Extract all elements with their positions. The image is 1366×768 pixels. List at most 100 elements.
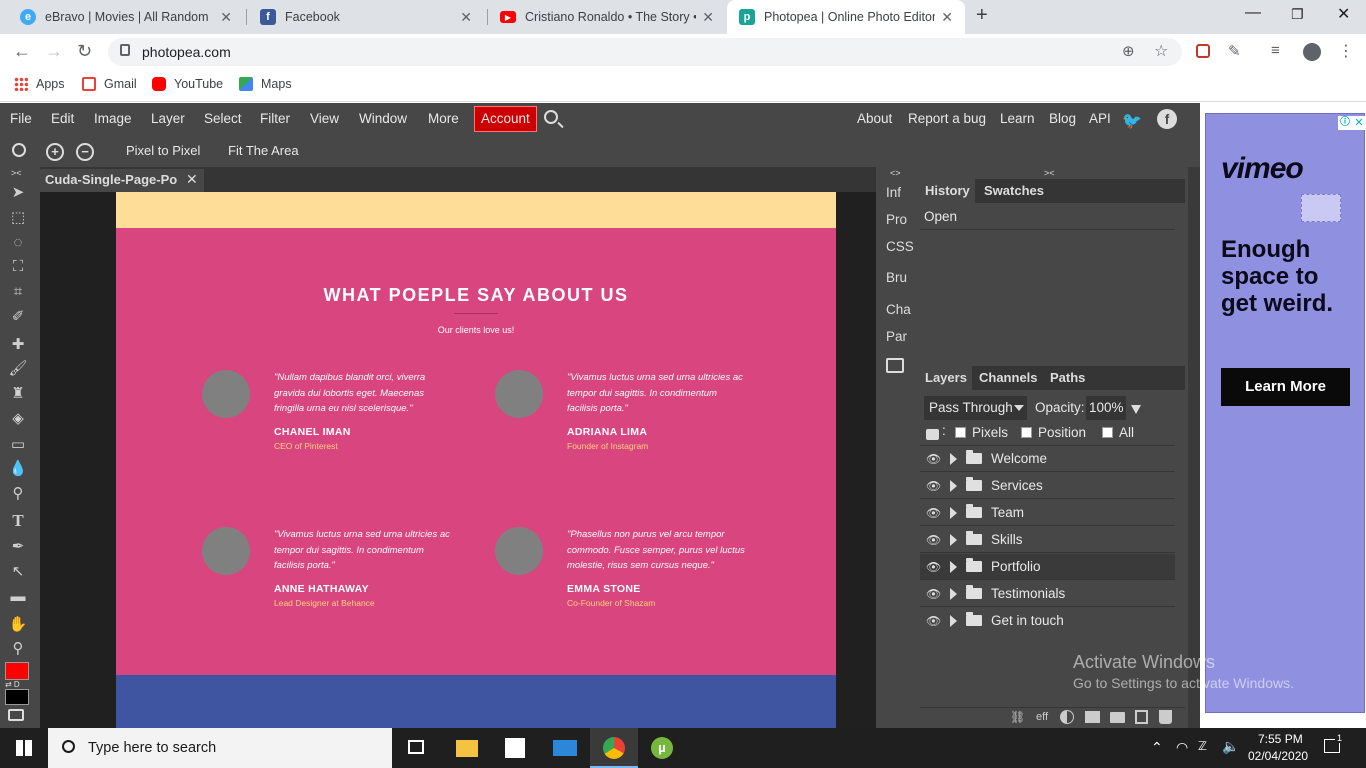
lock-position-checkbox[interactable]: Position [1021,425,1086,440]
bookmark-maps[interactable]: Maps [239,77,292,91]
hand-tool-icon[interactable]: ✋ [8,615,28,635]
layer-row-team[interactable]: 👁 Team [920,500,1175,526]
menu-layer[interactable]: Layer [151,111,185,126]
foreground-color-swatch[interactable] [5,662,29,680]
expand-arrow-icon[interactable] [950,453,957,465]
brush-tool-icon[interactable]: 🖌 [8,359,28,379]
visibility-eye-icon[interactable]: 👁 [926,533,942,547]
chrome-taskbar-icon[interactable] [590,728,638,768]
eraser-tool-icon[interactable]: ◈ [8,409,28,429]
expand-arrow-icon[interactable] [950,588,957,600]
menu-window[interactable]: Window [359,111,407,126]
network-icon[interactable]: ◠ [1176,739,1188,756]
ad-info-icon[interactable]: ⓘ [1338,116,1352,130]
menu-view[interactable]: View [310,111,339,126]
menu-edit[interactable]: Edit [51,111,74,126]
layer-row-welcome[interactable]: 👁 Welcome [920,446,1175,472]
pixel-to-pixel-button[interactable]: Pixel to Pixel [126,143,200,158]
right-scrollbar[interactable] [1188,167,1200,728]
visibility-eye-icon[interactable]: 👁 [926,479,942,493]
mail-icon[interactable] [553,740,577,756]
layer-row-services[interactable]: 👁 Services [920,473,1175,499]
profile-avatar-icon[interactable] [1303,43,1321,61]
zoom-tool-icon[interactable]: ⚲ [8,639,28,659]
bookmark-star-icon[interactable]: ☆ [1154,41,1168,61]
close-tab-icon[interactable]: ✕ [702,9,714,26]
marquee-tool-icon[interactable]: ⬚ [8,208,28,228]
move-tool-icon[interactable]: ➤ [8,183,28,203]
menu-report-bug[interactable]: Report a bug [908,111,986,126]
adjustment-layer-icon[interactable] [1060,710,1074,724]
quick-select-tool-icon[interactable]: ⛶ [8,257,28,277]
document-canvas[interactable]: WHAT POEPLE SAY ABOUT US Our clients lov… [116,192,836,728]
ad-close-icon[interactable]: ✕ [1352,116,1366,130]
layer-row-testimonials[interactable]: 👁 Testimonials [920,581,1175,607]
layer-row-portfolio[interactable]: 👁 Portfolio [920,554,1175,580]
maximize-button[interactable]: ❐ [1291,6,1304,23]
menu-file[interactable]: File [10,111,32,126]
input-language-icon[interactable]: ℤ [1198,739,1207,753]
panel-character[interactable]: Cha [886,302,911,317]
layer-effects-button[interactable]: eff [1036,711,1048,723]
menu-image[interactable]: Image [94,111,132,126]
dodge-tool-icon[interactable]: ⚲ [8,484,28,504]
reload-button[interactable]: ↻ [77,41,92,62]
menu-about[interactable]: About [857,111,892,126]
menu-learn[interactable]: Learn [1000,111,1035,126]
task-view-icon[interactable] [408,740,424,754]
bookmark-gmail[interactable]: Gmail [82,77,137,91]
chrome-menu-icon[interactable]: ⋮ [1338,41,1354,61]
search-icon[interactable] [544,110,558,124]
close-document-icon[interactable]: ✕ [186,171,198,188]
path-select-tool-icon[interactable]: ↖ [8,562,28,582]
forward-button[interactable]: → [45,41,63,62]
lock-all-checkbox[interactable]: All [1102,425,1134,440]
expand-arrow-icon[interactable] [950,534,957,546]
opacity-input[interactable]: 100% [1086,396,1126,420]
new-group-icon[interactable] [1110,712,1125,723]
shape-tool-icon[interactable]: ▬ [8,587,28,607]
menu-filter[interactable]: Filter [260,111,290,126]
collapse-toggle[interactable]: <> [890,168,901,178]
taskbar-search-box[interactable]: Type here to search [48,728,392,768]
browser-tab-ebravo[interactable]: e eBravo | Movies | All Random ✕ [8,0,244,34]
extension-icon[interactable] [1196,44,1210,58]
close-tab-icon[interactable]: ✕ [460,9,472,26]
omnibox[interactable]: photopea.com ⊕ ☆ [108,38,1182,66]
media-control-icon[interactable]: ≡ [1271,42,1280,59]
menu-more[interactable]: More [428,111,459,126]
file-explorer-icon[interactable] [456,740,478,757]
facebook-icon[interactable]: f [1157,109,1177,129]
panel-info[interactable]: Inf [886,185,901,200]
collapse-toggle[interactable]: >< [11,168,22,178]
crop-tool-icon[interactable]: ⌗ [8,282,28,302]
menu-api[interactable]: API [1089,111,1111,126]
close-window-button[interactable]: ✕ [1337,4,1350,24]
new-layer-icon[interactable] [1135,710,1148,724]
document-tab[interactable]: Cuda-Single-Page-Po ✕ [40,169,204,192]
volume-icon[interactable]: 🔈 [1222,738,1239,755]
fit-area-button[interactable]: Fit The Area [228,143,299,158]
expand-arrow-icon[interactable] [950,507,957,519]
bookmark-youtube[interactable]: YouTube [152,77,223,91]
tab-layers[interactable]: Layers [920,366,972,390]
back-button[interactable]: ← [13,41,31,62]
layer-mask-icon[interactable] [1085,711,1100,723]
zoom-out-icon[interactable]: − [76,143,94,161]
visibility-eye-icon[interactable]: 👁 [926,560,942,574]
minimize-button[interactable]: — [1245,4,1261,22]
tab-history[interactable]: History [920,179,975,203]
ad-learn-more-button[interactable]: Learn More [1221,368,1350,406]
opacity-dropdown-icon[interactable] [1131,405,1141,414]
healing-tool-icon[interactable]: ✚ [8,335,28,355]
clock-date[interactable]: 02/04/2020 [1248,749,1308,763]
collapse-toggle[interactable]: >< [1044,168,1055,178]
layer-row-skills[interactable]: 👁 Skills [920,527,1175,553]
close-tab-icon[interactable]: ✕ [941,9,953,26]
panel-properties[interactable]: Pro [886,212,907,227]
utorrent-icon[interactable]: µ [651,737,673,759]
history-item[interactable]: Open [924,209,957,224]
visibility-eye-icon[interactable]: 👁 [926,452,942,466]
panel-paragraph[interactable]: Par [886,329,907,344]
close-tab-icon[interactable]: ✕ [220,9,232,26]
